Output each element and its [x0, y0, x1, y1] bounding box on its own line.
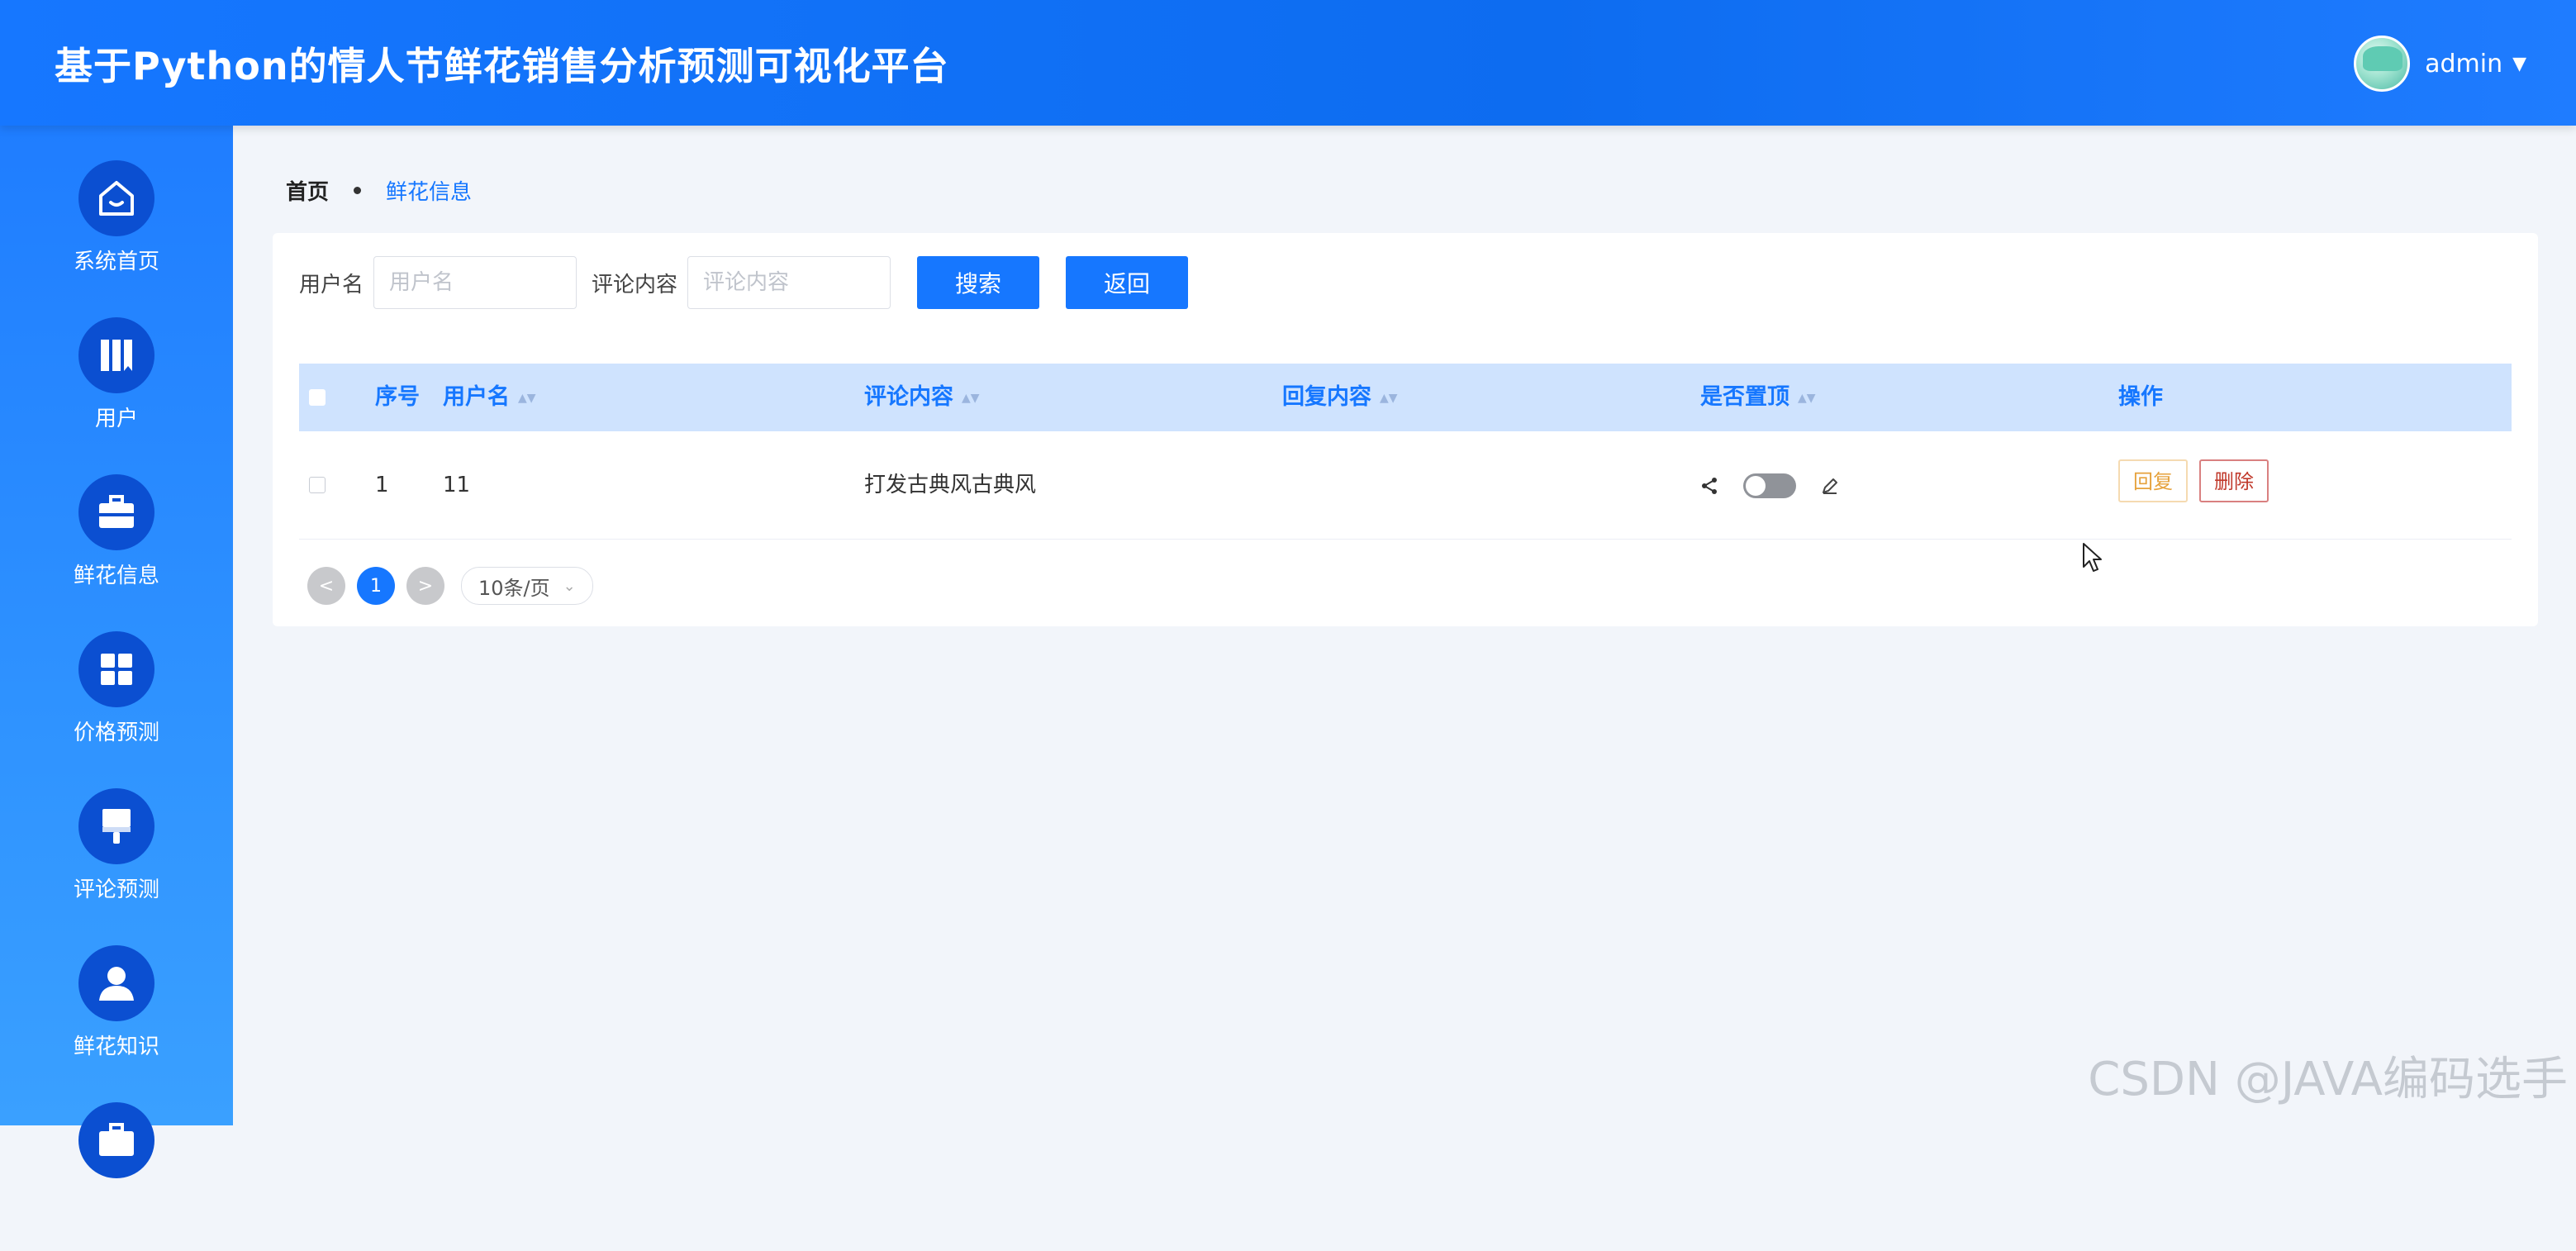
- column-comment[interactable]: 评论内容 ▲▼: [864, 364, 980, 431]
- table-row: 1 11 打发古典风古典风 回复 删除: [299, 431, 2512, 540]
- breadcrumb-separator: [354, 187, 362, 194]
- page-size-select[interactable]: 10条/页 ⌄: [461, 567, 593, 605]
- cell-index: 1: [375, 473, 389, 497]
- comment-label: 评论内容: [592, 272, 678, 297]
- comment-input[interactable]: [687, 256, 891, 309]
- avatar[interactable]: [2354, 36, 2411, 92]
- prev-page-button[interactable]: <: [307, 567, 345, 605]
- sidebar-item-flower-info[interactable]: 鲜花信息: [0, 474, 233, 623]
- book-icon: [78, 317, 154, 393]
- user-menu[interactable]: admin ▼: [2354, 35, 2526, 93]
- search-bar: 用户名 评论内容 搜索 返回: [299, 256, 1189, 309]
- page-size-value: 10条/页: [478, 576, 550, 600]
- row-checkbox[interactable]: [309, 477, 326, 493]
- top-header: 基于Python的情人节鲜花销售分析预测可视化平台 admin ▼: [0, 0, 2576, 126]
- column-comment-label: 评论内容: [864, 384, 953, 410]
- grid-icon: [78, 631, 154, 707]
- sort-icon[interactable]: ▲▼: [1798, 392, 1816, 405]
- chevron-down-icon: ⌄: [563, 577, 576, 595]
- sort-icon[interactable]: ▲▼: [518, 392, 536, 405]
- edit-icon[interactable]: [1820, 476, 1840, 496]
- column-pinned-label: 是否置顶: [1700, 384, 1789, 410]
- cell-comment: 打发古典风古典风: [864, 473, 1037, 497]
- sidebar-item-flower-knowledge[interactable]: 鲜花知识: [0, 945, 233, 1094]
- sidebar-item-comment-forecast[interactable]: 评论预测: [0, 788, 233, 937]
- sidebar-item-home[interactable]: 系统首页: [0, 160, 233, 309]
- sidebar: 系统首页 用户 鲜花信息 价格预测 评论预测 鲜花知识: [0, 126, 233, 1178]
- app-title: 基于Python的情人节鲜花销售分析预测可视化平台: [55, 44, 949, 88]
- sidebar-item-users[interactable]: 用户: [0, 317, 233, 466]
- table-header: 序号 用户名 ▲▼ 评论内容 ▲▼ 回复内容 ▲▼ 是否置顶 ▲▼ 操作: [299, 364, 2512, 431]
- share-icon[interactable]: [1700, 477, 1718, 495]
- comments-table: 序号 用户名 ▲▼ 评论内容 ▲▼ 回复内容 ▲▼ 是否置顶 ▲▼ 操作 1 11 打发…: [299, 364, 2512, 540]
- next-page-button[interactable]: >: [406, 567, 444, 605]
- sort-icon[interactable]: ▲▼: [962, 392, 980, 405]
- sidebar-item-label: 价格预测: [73, 721, 159, 745]
- back-button[interactable]: 返回: [1066, 256, 1189, 309]
- mouse-cursor-icon: [2083, 543, 2102, 572]
- cell-username: 11: [443, 473, 471, 497]
- username-label: 用户名: [299, 272, 364, 297]
- column-actions: 操作: [2118, 384, 2163, 410]
- breadcrumb-current: 鲜花信息: [386, 180, 473, 205]
- reply-button[interactable]: 回复: [2118, 459, 2188, 502]
- sort-icon[interactable]: ▲▼: [1380, 392, 1398, 405]
- sidebar-item-more[interactable]: [0, 1102, 233, 1251]
- column-pinned[interactable]: 是否置顶 ▲▼: [1700, 364, 1816, 431]
- pinned-toggle[interactable]: [1743, 473, 1797, 498]
- user-icon: [78, 945, 154, 1021]
- column-index: 序号: [375, 384, 420, 410]
- sidebar-item-label: 鲜花信息: [73, 564, 159, 588]
- briefcase-icon: [78, 474, 154, 550]
- home-icon: [78, 160, 154, 236]
- delete-button[interactable]: 删除: [2199, 459, 2269, 502]
- sidebar-item-label: 用户: [94, 407, 138, 431]
- watermark: CSDN @JAVA编码选手: [2088, 1053, 2568, 1106]
- sidebar-item-label: 评论预测: [73, 878, 159, 902]
- content-panel: 用户名 评论内容 搜索 返回 序号 用户名 ▲▼ 评论内容 ▲▼ 回复内容 ▲▼ 是否…: [273, 233, 2538, 626]
- column-username-label: 用户名: [443, 384, 510, 410]
- caret-down-icon[interactable]: ▼: [2512, 54, 2526, 74]
- sidebar-item-label: 系统首页: [73, 250, 159, 274]
- user-name[interactable]: admin: [2425, 50, 2502, 78]
- briefcase-icon: [78, 1102, 154, 1178]
- username-input[interactable]: [373, 256, 577, 309]
- column-username[interactable]: 用户名 ▲▼: [443, 364, 536, 431]
- breadcrumb-home[interactable]: 首页: [286, 175, 329, 206]
- search-button[interactable]: 搜索: [917, 256, 1040, 309]
- paint-brush-icon: [78, 788, 154, 864]
- column-reply-label: 回复内容: [1282, 384, 1371, 410]
- cell-pinned: [1700, 431, 1840, 539]
- sidebar-item-price-forecast[interactable]: 价格预测: [0, 631, 233, 780]
- select-all-checkbox[interactable]: [309, 389, 326, 406]
- sidebar-item-label: 鲜花知识: [73, 1035, 159, 1059]
- page-number-button[interactable]: 1: [357, 567, 395, 605]
- pagination: < 1 > 10条/页 ⌄: [307, 567, 593, 605]
- breadcrumb: 首页 鲜花信息: [286, 175, 472, 206]
- column-reply[interactable]: 回复内容 ▲▼: [1282, 364, 1398, 431]
